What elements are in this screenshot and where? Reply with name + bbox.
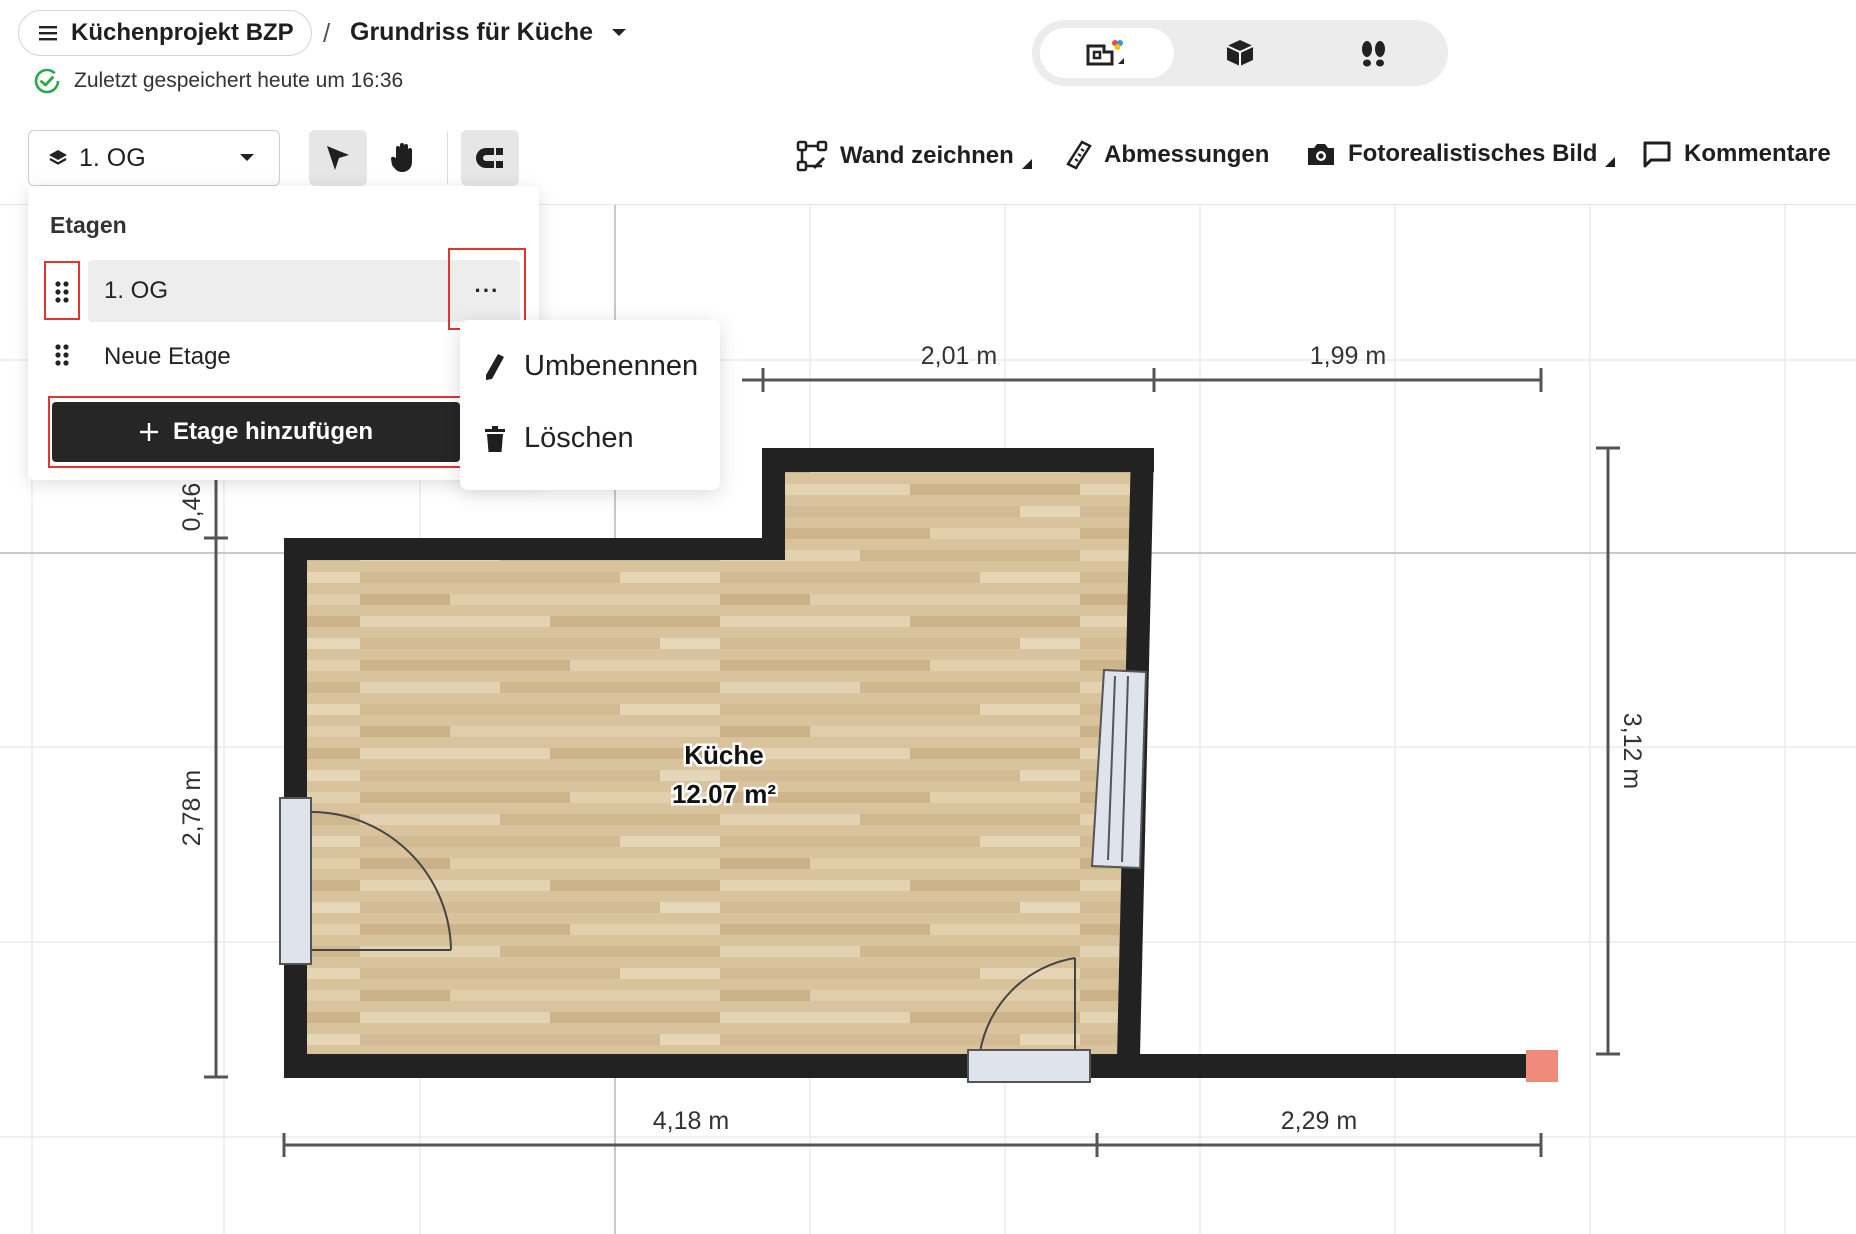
trash-icon (485, 425, 505, 452)
check-circle-icon (34, 68, 60, 94)
plan-name: Grundriss für Küche (350, 18, 594, 46)
comments-label: Kommentare (1684, 140, 1831, 167)
top-header: Küchenprojekt BZP / Grundriss für Küche … (0, 0, 1856, 111)
floor-row-label: Neue Etage (104, 343, 231, 370)
submenu-corner-icon (1605, 157, 1616, 167)
floor-select-value: 1. OG (79, 143, 146, 172)
view-2d-button[interactable] (1040, 28, 1174, 78)
draw-wall-label: Wand zeichnen (840, 142, 1014, 169)
drag-handle-icon (55, 344, 69, 366)
drag-handle-floor-2[interactable] (45, 326, 79, 384)
save-status: Zuletzt gespeichert heute um 16:36 (34, 68, 403, 94)
footsteps-icon (1362, 41, 1385, 67)
dim-label-left-upper: 0,46 (178, 483, 206, 532)
project-menu-button[interactable]: Küchenprojekt BZP (18, 10, 312, 56)
floor-row-neue-etage[interactable]: Neue Etage (88, 326, 520, 388)
camera-icon (1308, 144, 1334, 165)
delete-label: Löschen (524, 422, 634, 454)
submenu-corner-icon (1021, 159, 1032, 169)
view-mode-switch (1032, 20, 1448, 86)
room-name-label: Küche (684, 740, 763, 770)
chevron-down-icon (240, 154, 254, 161)
view-3d-button[interactable] (1173, 28, 1307, 78)
drag-handle-floor-1[interactable] (45, 263, 79, 321)
select-tool-button[interactable] (309, 130, 367, 186)
photorealistic-label: Fotorealistisches Bild (1348, 140, 1598, 167)
pan-tool-button[interactable] (374, 130, 432, 186)
photorealistic-render-button[interactable]: Fotorealistisches Bild (1306, 140, 1616, 168)
room-area-label: 12.07 m² (672, 779, 776, 809)
project-name: Küchenprojekt BZP (71, 19, 294, 46)
comments-button[interactable]: Kommentare (1642, 140, 1831, 168)
dim-label-left-lower: 2,78 m (178, 770, 206, 846)
rename-label: Umbenennen (524, 350, 699, 382)
draw-wall-button[interactable]: Wand zeichnen (796, 140, 1032, 172)
more-dots-icon: ··· (474, 278, 500, 303)
dim-label-top-left: 2,01 m (921, 342, 997, 370)
hand-icon (390, 143, 412, 172)
save-status-text: Zuletzt gespeichert heute um 16:36 (74, 69, 404, 92)
3d-box-icon (1226, 40, 1254, 66)
delete-menu-item[interactable]: Löschen (484, 422, 634, 455)
drag-handle-icon (55, 281, 69, 303)
plan-name-dropdown[interactable]: Grundriss für Küche (350, 18, 627, 47)
dimensions-label: Abmessungen (1104, 141, 1270, 168)
floor-select[interactable]: 1. OG (28, 130, 280, 186)
view-walkthrough-button[interactable] (1306, 28, 1440, 78)
add-floor-label: Etage hinzufügen (173, 418, 373, 445)
draw-wall-icon (796, 140, 828, 172)
dim-label-top-right: 1,99 m (1310, 342, 1386, 370)
rename-menu-item[interactable]: Umbenennen (484, 350, 698, 383)
dimensions-button[interactable]: Abmessungen (1066, 140, 1269, 170)
floor-row-label: 1. OG (104, 277, 169, 304)
layers-icon (49, 150, 67, 165)
magnet-icon (476, 148, 503, 168)
2d-plan-icon (1086, 40, 1124, 66)
breadcrumb-separator: / (323, 18, 331, 48)
chevron-down-icon (612, 28, 627, 36)
snap-magnet-button[interactable] (461, 130, 519, 186)
ruler-icon (1066, 140, 1092, 170)
hamburger-menu-icon (39, 26, 57, 41)
floor-more-options-button[interactable]: ··· (450, 254, 524, 328)
cursor-arrow-icon (327, 146, 349, 170)
add-floor-button[interactable]: Etage hinzufügen (52, 402, 460, 462)
plus-icon (140, 423, 158, 441)
dim-label-right: 3,12 m (1618, 713, 1646, 789)
comment-icon (1643, 141, 1671, 168)
floor-context-menu: Umbenennen Löschen (460, 320, 720, 490)
floors-panel-title: Etagen (50, 212, 127, 238)
pencil-icon (486, 353, 504, 380)
dim-label-bottom-left: 4,18 m (653, 1107, 729, 1135)
wall-endpoint-marker (1526, 1050, 1558, 1082)
toolbar-divider (447, 132, 448, 184)
dim-label-bottom-right: 2,29 m (1281, 1107, 1357, 1135)
